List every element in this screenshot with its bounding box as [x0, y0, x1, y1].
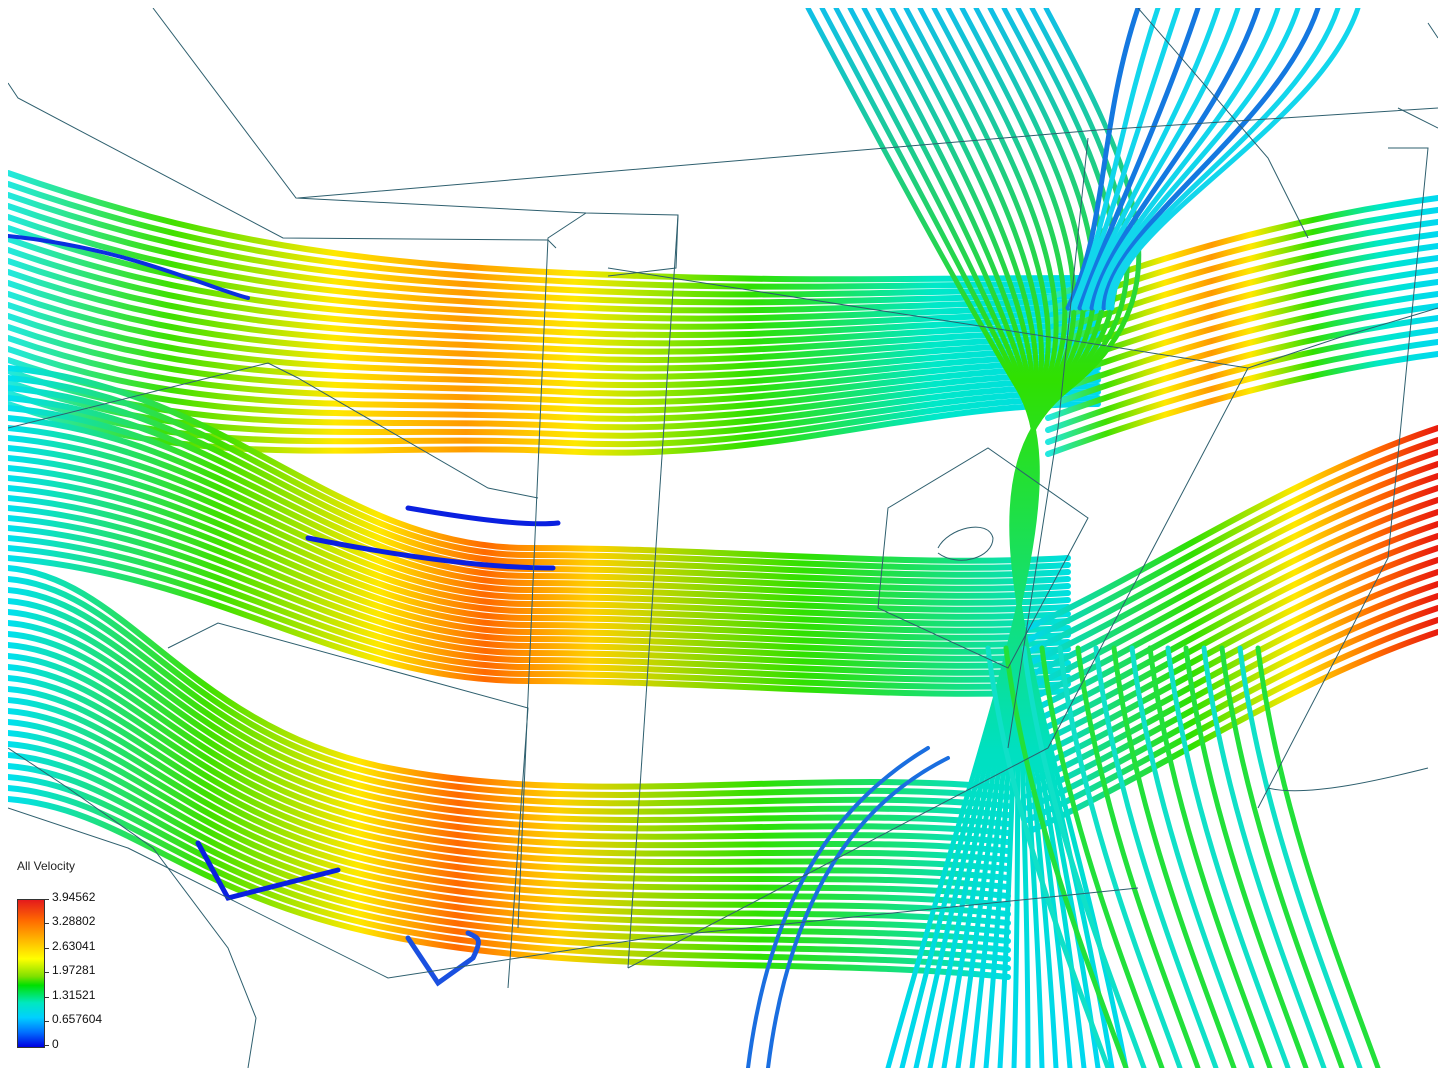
streamlines-group: [8, 8, 1438, 1068]
geometry-edge: [1397, 22, 1438, 129]
geometry-edge: [1267, 767, 1429, 792]
geometry-edge: [937, 526, 994, 561]
streamline-scene[interactable]: [8, 8, 1438, 1068]
streamline-viewport[interactable]: [8, 8, 1438, 1068]
